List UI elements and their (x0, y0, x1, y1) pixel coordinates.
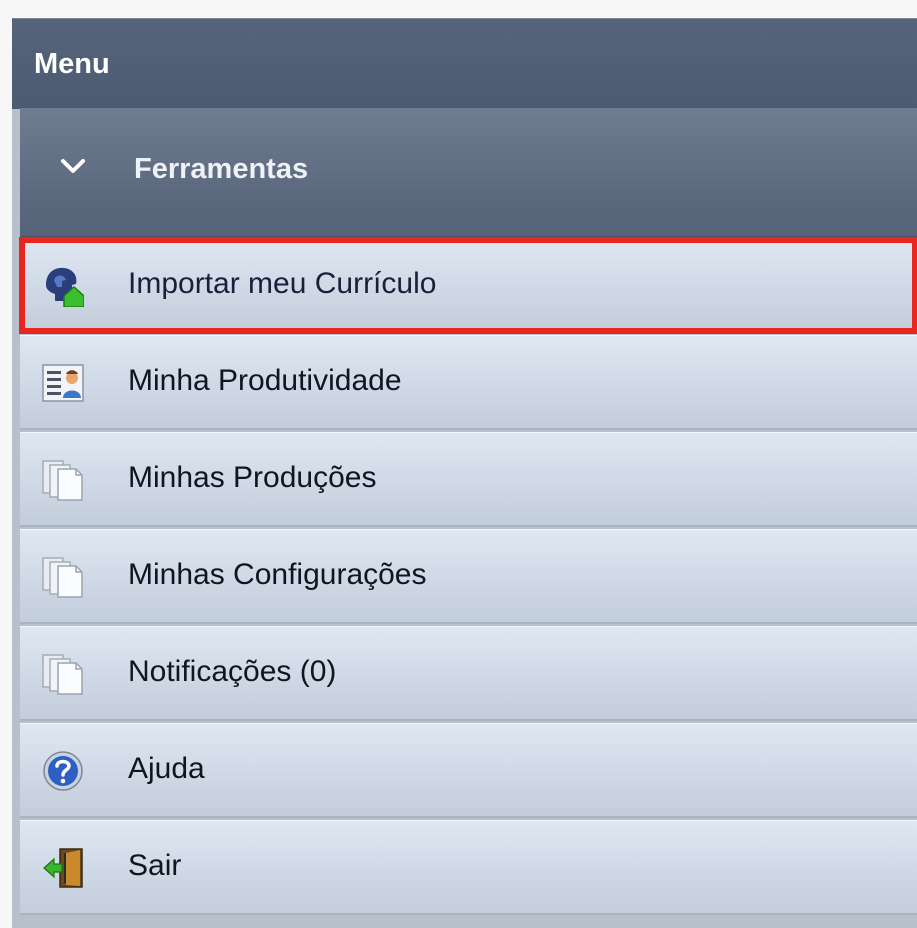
menu-header: Menu (12, 18, 917, 109)
chevron-down-icon (61, 159, 85, 173)
menu-item-label: Ajuda (128, 752, 205, 785)
productivity-report-icon (42, 364, 84, 402)
menu-item-notificacoes[interactable]: Notificações (0) (20, 626, 917, 721)
menu-item-ajuda[interactable]: Ajuda (20, 723, 917, 818)
menu-item-importar-curriculo[interactable]: Importar meu Currículo (19, 237, 917, 334)
menu-item-label: Minhas Configurações (128, 558, 427, 591)
exit-door-icon (43, 848, 83, 888)
menu-item-label: Notificações (0) (128, 655, 337, 688)
menu-items: Importar meu Currículo Minha Produtivida… (19, 237, 917, 917)
import-curriculum-icon (46, 267, 84, 307)
section-label: Ferramentas (134, 153, 309, 185)
documents-icon (42, 557, 83, 598)
menu-item-label: Minha Produtividade (128, 364, 402, 397)
section-ferramentas[interactable]: Ferramentas (20, 108, 917, 237)
menu-title: Menu (34, 48, 110, 80)
menu-item-minhas-configuracoes[interactable]: Minhas Configurações (20, 529, 917, 624)
menu-item-minhas-producoes[interactable]: Minhas Produções (20, 432, 917, 527)
menu-panel: Menu Ferramentas Importar meu Currículo (12, 18, 917, 928)
menu-item-label: Minhas Produções (128, 461, 377, 494)
menu-item-minha-produtividade[interactable]: Minha Produtividade (20, 335, 917, 430)
documents-icon (42, 654, 83, 695)
documents-icon (42, 460, 83, 501)
menu-item-label: Importar meu Currículo (128, 267, 437, 300)
help-icon (43, 751, 83, 791)
menu-item-label: Sair (128, 849, 182, 882)
menu-item-sair[interactable]: Sair (20, 820, 917, 915)
